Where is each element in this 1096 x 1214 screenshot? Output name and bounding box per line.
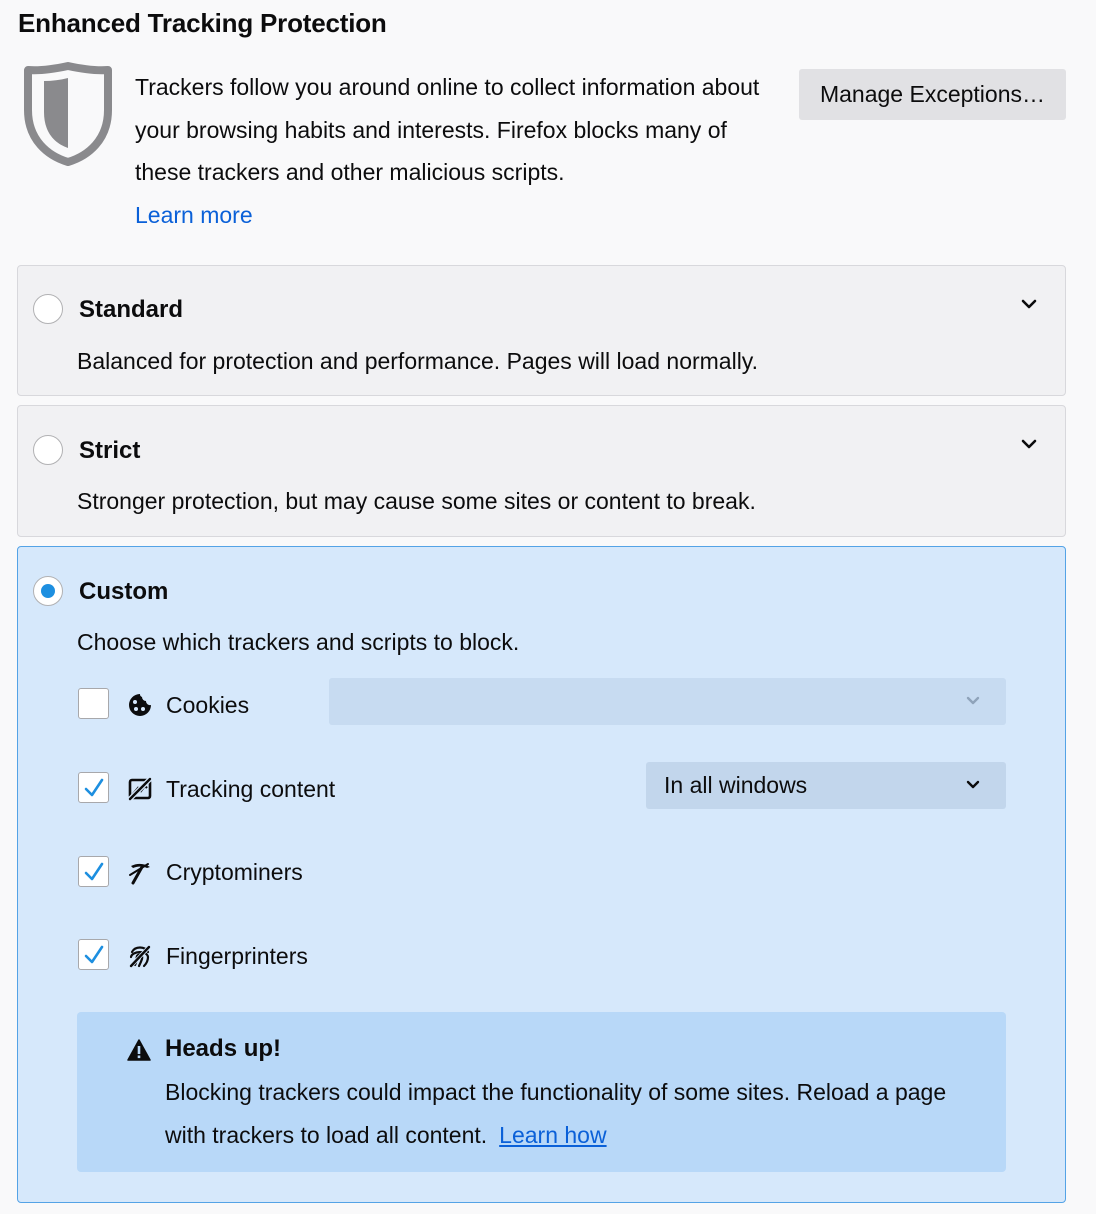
fingerprint-icon xyxy=(128,944,152,969)
learn-how-link[interactable]: Learn how xyxy=(499,1122,606,1148)
standard-radio[interactable] xyxy=(33,294,63,324)
cookies-label: Cookies xyxy=(166,692,250,718)
cryptominers-checkbox[interactable] xyxy=(78,856,109,887)
custom-title: Custom xyxy=(79,578,169,605)
learn-more-link[interactable]: Learn more xyxy=(135,194,775,237)
strict-description: Stronger protection, but may cause some … xyxy=(77,488,756,514)
warning-body-block: Blocking trackers could impact the funct… xyxy=(165,1071,985,1156)
heads-up-warning: Heads up! Blocking trackers could impact… xyxy=(77,1012,1006,1172)
tracking-content-icon xyxy=(127,776,153,802)
warning-icon xyxy=(127,1039,151,1061)
option-standard[interactable]: Standard Balanced for protection and per… xyxy=(17,265,1066,396)
shield-icon xyxy=(24,62,112,166)
option-custom[interactable]: Custom Choose which trackers and scripts… xyxy=(17,546,1066,1203)
manage-exceptions-button[interactable]: Manage Exceptions… xyxy=(799,69,1066,120)
page-title: Enhanced Tracking Protection xyxy=(18,8,387,38)
tracking-content-checkbox[interactable] xyxy=(78,772,109,803)
cookies-checkbox[interactable] xyxy=(78,688,109,719)
chevron-down-icon[interactable] xyxy=(1020,438,1038,450)
chevron-down-icon xyxy=(966,696,980,705)
custom-radio[interactable] xyxy=(33,576,63,606)
custom-description: Choose which trackers and scripts to blo… xyxy=(77,629,520,655)
chevron-down-icon[interactable] xyxy=(1020,298,1038,310)
fingerprinters-label: Fingerprinters xyxy=(166,943,308,969)
header-description-block: Trackers follow you around online to col… xyxy=(135,66,775,236)
fingerprinters-checkbox[interactable] xyxy=(78,939,109,970)
warning-title: Heads up! xyxy=(165,1035,282,1062)
strict-radio[interactable] xyxy=(33,435,63,465)
chevron-down-icon xyxy=(966,780,980,789)
tracking-content-label: Tracking content xyxy=(166,776,336,802)
option-strict[interactable]: Strict Stronger protection, but may caus… xyxy=(17,405,1066,537)
header-description: Trackers follow you around online to col… xyxy=(135,74,760,185)
standard-title: Standard xyxy=(79,296,184,323)
tracking-content-select-value: In all windows xyxy=(664,772,808,798)
cryptominers-label: Cryptominers xyxy=(166,859,303,885)
cryptominer-icon xyxy=(129,863,150,885)
standard-description: Balanced for protection and performance.… xyxy=(77,348,758,374)
strict-title: Strict xyxy=(79,437,141,464)
cookie-icon xyxy=(129,694,151,716)
tracking-content-select[interactable]: In all windows xyxy=(646,762,1006,809)
cookies-select xyxy=(329,678,1006,725)
